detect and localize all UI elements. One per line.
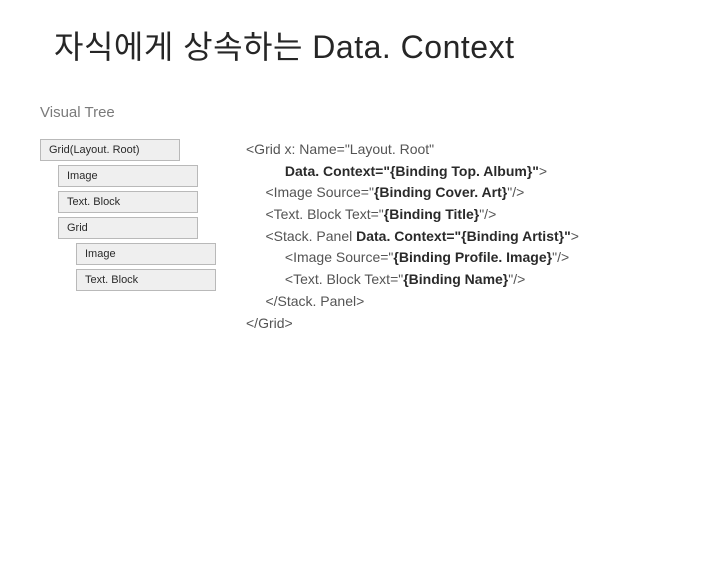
code-text: <Grid x: Name="Layout. Root" [246,141,434,157]
code-text: <Image Source=" [246,184,374,200]
tree-node: Grid [58,217,198,239]
code-text: <Image Source=" [246,249,393,265]
tree-node: Image [58,165,198,187]
xaml-code-block: <Grid x: Name="Layout. Root" Data. Conte… [246,139,579,334]
code-text: "/> [507,184,524,200]
code-text: "/> [508,271,525,287]
code-text: "/> [479,206,496,222]
code-emphasis: {Binding Title} [384,206,479,222]
code-emphasis: Data. Context="{Binding Top. Album}" [285,163,539,179]
visual-tree: Grid(Layout. Root) Image Text. Block Gri… [40,139,240,334]
code-text: <Text. Block Text=" [246,271,403,287]
code-emphasis: {Binding Profile. Image} [393,249,552,265]
code-text: <Text. Block Text=" [246,206,384,222]
code-text: </Grid> [246,315,293,331]
code-text: <Stack. Panel [246,228,356,244]
code-text: > [571,228,579,244]
slide-title: 자식에게 상속하는 Data. Context [54,22,720,68]
code-emphasis: {Binding Name} [403,271,508,287]
code-text: </Stack. Panel> [246,293,364,309]
content-row: Grid(Layout. Root) Image Text. Block Gri… [0,139,720,334]
tree-node: Text. Block [58,191,198,213]
tree-node: Text. Block [76,269,216,291]
code-text: "/> [552,249,569,265]
tree-node-root: Grid(Layout. Root) [40,139,180,161]
code-text: > [539,163,547,179]
tree-node: Image [76,243,216,265]
code-text [246,163,285,179]
section-subtitle: Visual Tree [40,104,720,121]
code-emphasis: Data. Context="{Binding Artist}" [356,228,571,244]
code-emphasis: {Binding Cover. Art} [374,184,507,200]
